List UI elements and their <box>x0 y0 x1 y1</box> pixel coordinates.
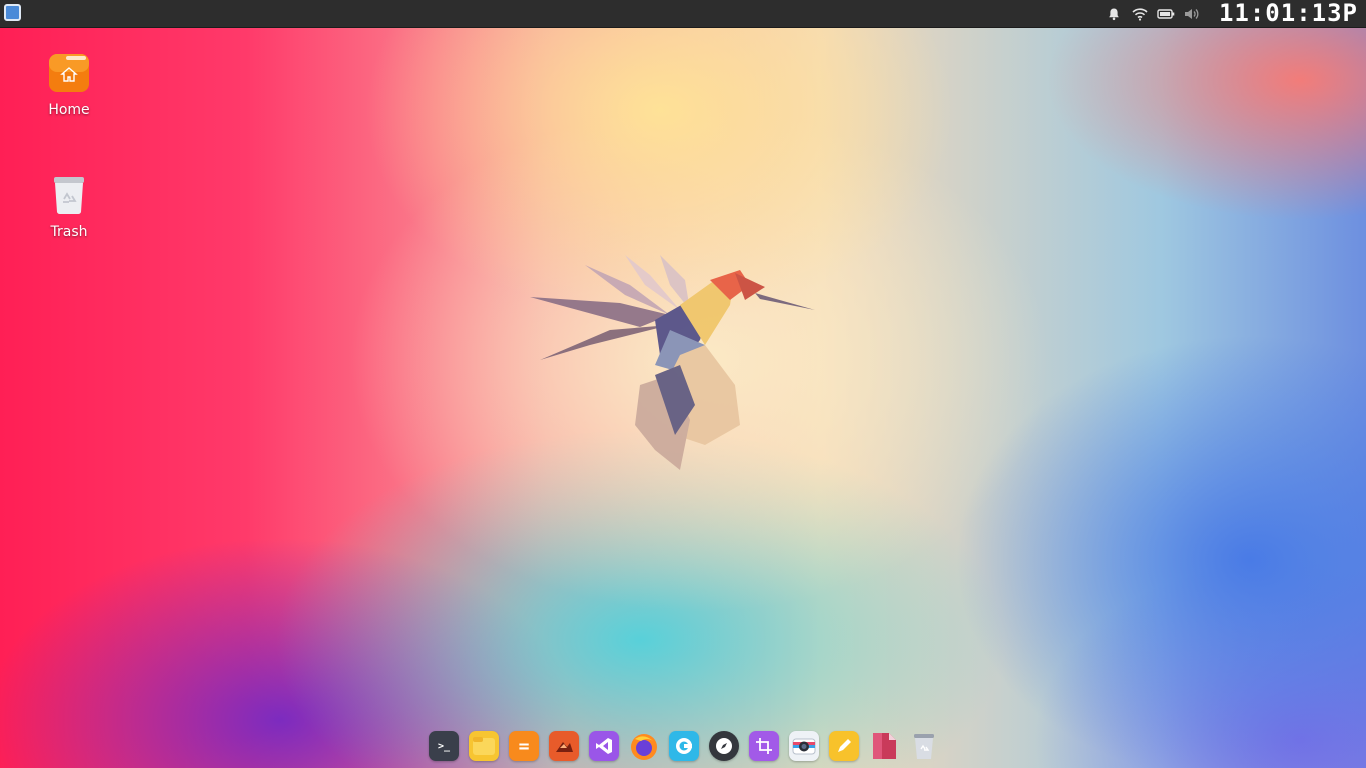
terminal-icon[interactable]: >_ <box>429 731 459 761</box>
desktop-icon-trash[interactable]: Trash <box>29 174 109 240</box>
image-editor-icon[interactable] <box>549 731 579 761</box>
clock[interactable]: 11:01:13P <box>1219 0 1358 27</box>
screenshot-crop-icon[interactable] <box>749 731 779 761</box>
dock: >_ = <box>424 728 944 764</box>
compass-icon[interactable] <box>709 731 739 761</box>
home-folder-icon <box>49 54 89 92</box>
terminal-glyph: >_ <box>437 740 451 752</box>
wifi-icon[interactable] <box>1130 4 1150 24</box>
vscode-icon[interactable] <box>589 731 619 761</box>
desktop-icon-home[interactable]: Home <box>29 52 109 118</box>
calculator-glyph: = <box>518 735 530 757</box>
trash-icon[interactable] <box>909 731 939 761</box>
desktop-icon-label: Trash <box>50 224 88 240</box>
desktop-icon-label: Home <box>48 102 90 118</box>
trash-icon <box>54 177 84 215</box>
top-panel: 11:01:13P <box>0 0 1366 28</box>
notes-icon[interactable] <box>829 731 859 761</box>
firefox-icon[interactable] <box>629 731 659 761</box>
hummingbird-wallpaper-art <box>530 255 815 470</box>
system-tray: 11:01:13P <box>1101 0 1366 27</box>
volume-icon[interactable] <box>1182 4 1202 24</box>
calculator-icon[interactable]: = <box>509 731 539 761</box>
browser-icon[interactable] <box>669 731 699 761</box>
bell-icon[interactable] <box>1104 4 1124 24</box>
battery-icon[interactable] <box>1156 4 1176 24</box>
files-icon[interactable] <box>469 731 499 761</box>
document-viewer-icon[interactable] <box>869 731 899 761</box>
app-menu-icon[interactable] <box>4 4 21 21</box>
camera-icon[interactable] <box>789 731 819 761</box>
